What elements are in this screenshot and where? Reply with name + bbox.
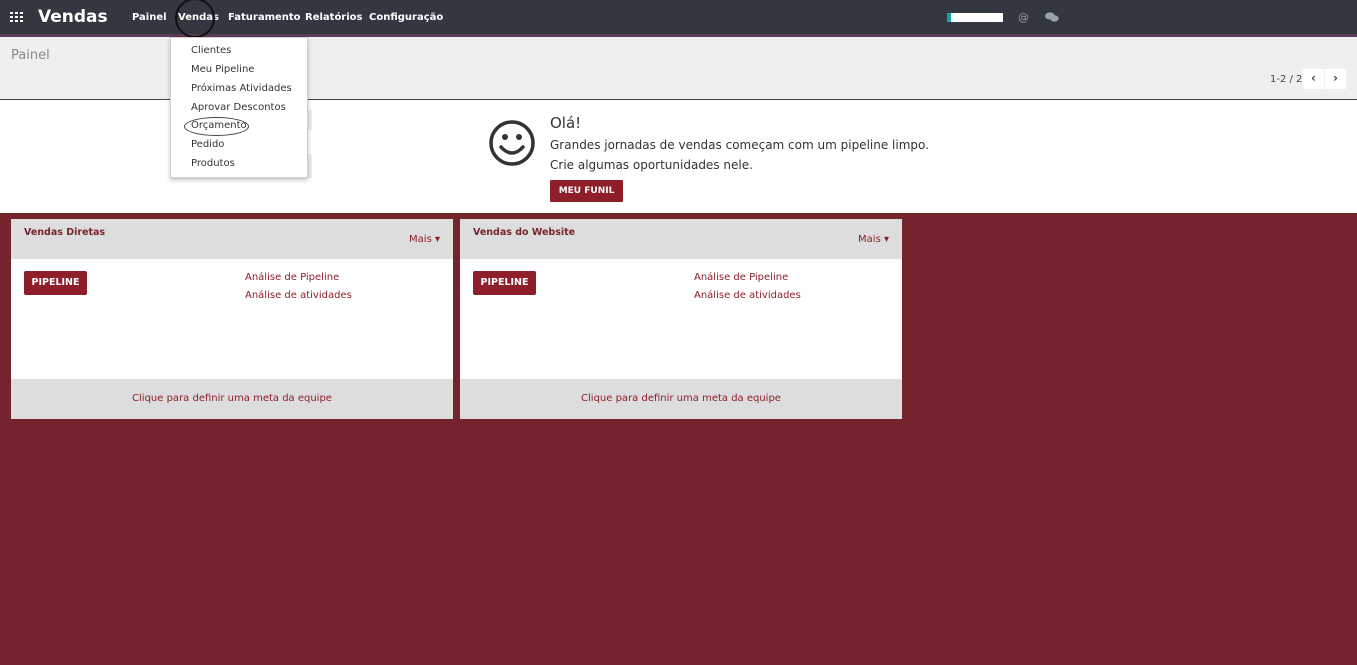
greeting-title: Olá!: [550, 114, 582, 132]
menu-item-orcamento[interactable]: Orçamento: [191, 120, 247, 131]
set-goal-link[interactable]: Clique para definir uma meta da equipe: [460, 393, 902, 404]
more-label: Mais: [409, 234, 432, 245]
card-header: Vendas do Website Mais ▾: [460, 219, 902, 259]
pager-prev-button[interactable]: ‹: [1303, 69, 1324, 89]
pipeline-button[interactable]: PIPELINE: [24, 271, 87, 295]
pipeline-analysis-link[interactable]: Análise de Pipeline: [245, 272, 339, 283]
app-title: Vendas: [38, 7, 108, 27]
user-progress-bar[interactable]: [947, 13, 1003, 22]
card-header: Vendas Diretas Mais ▾: [11, 219, 453, 259]
team-name[interactable]: Vendas do Website: [473, 227, 575, 238]
page-title: Painel: [11, 48, 50, 63]
pager-next-button[interactable]: ›: [1325, 69, 1346, 89]
top-navbar: Vendas Painel Vendas Faturamento Relatór…: [0, 0, 1357, 38]
chat-icon[interactable]: [1045, 12, 1059, 23]
pager-value: 1-2 / 2: [1270, 74, 1303, 85]
highlight-circle: [175, 0, 215, 38]
menu-item-proximas-atividades[interactable]: Próximas Atividades: [191, 83, 292, 94]
menu-relatorios[interactable]: Relatórios: [305, 12, 363, 23]
activities-analysis-link[interactable]: Análise de atividades: [245, 290, 352, 301]
pipeline-button[interactable]: PIPELINE: [473, 271, 536, 295]
menu-item-aprovar-descontos[interactable]: Aprovar Descontos: [191, 102, 286, 113]
greeting-text-1: Grandes jornadas de vendas começam com u…: [550, 138, 929, 152]
meu-funil-button[interactable]: MEU FUNIL: [550, 180, 623, 202]
pipeline-analysis-link[interactable]: Análise de Pipeline: [694, 272, 788, 283]
menu-item-produtos[interactable]: Produtos: [191, 158, 235, 169]
more-dropdown[interactable]: Mais ▾: [409, 234, 440, 245]
card-footer: Clique para definir uma meta da equipe: [11, 379, 453, 419]
more-label: Mais: [858, 234, 881, 245]
more-dropdown[interactable]: Mais ▾: [858, 234, 889, 245]
activities-analysis-link[interactable]: Análise de atividades: [694, 290, 801, 301]
team-name[interactable]: Vendas Diretas: [24, 227, 105, 238]
menu-faturamento[interactable]: Faturamento: [228, 12, 301, 23]
menu-painel[interactable]: Painel: [132, 12, 167, 23]
team-card-vendas-diretas: Vendas Diretas Mais ▾ PIPELINE Análise d…: [11, 219, 453, 419]
smiley-icon: [489, 120, 535, 166]
apps-grid-icon[interactable]: [10, 12, 23, 22]
set-goal-link[interactable]: Clique para definir uma meta da equipe: [11, 393, 453, 404]
menu-item-clientes[interactable]: Clientes: [191, 45, 231, 56]
progress-fill: [947, 13, 951, 22]
team-card-vendas-website: Vendas do Website Mais ▾ PIPELINE Anális…: [460, 219, 902, 419]
menu-item-meu-pipeline[interactable]: Meu Pipeline: [191, 64, 254, 75]
caret-down-icon: ▾: [883, 234, 889, 245]
greeting-text-2: Crie algumas oportunidades nele.: [550, 158, 753, 172]
at-icon[interactable]: @: [1018, 11, 1029, 24]
menu-item-pedido[interactable]: Pedido: [191, 139, 224, 150]
card-footer: Clique para definir uma meta da equipe: [460, 379, 902, 419]
caret-down-icon: ▾: [434, 234, 440, 245]
vendas-dropdown-menu: Clientes Meu Pipeline Próximas Atividade…: [170, 37, 308, 178]
menu-configuracao[interactable]: Configuração: [369, 12, 443, 23]
